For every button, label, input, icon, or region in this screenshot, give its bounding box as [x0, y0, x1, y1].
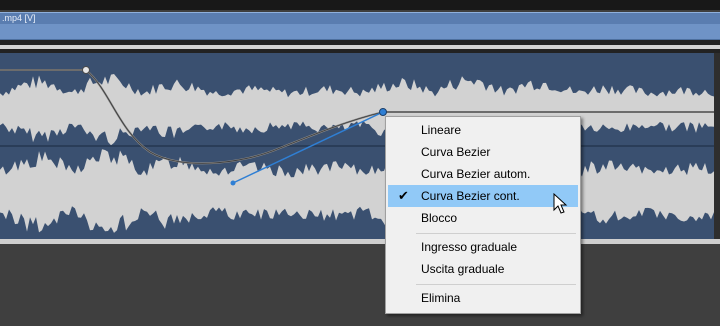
menu-item-curva-bezier[interactable]: Curva Bezier	[388, 141, 578, 163]
menu-item-elimina[interactable]: Elimina	[388, 287, 578, 309]
menu-item-label: Blocco	[421, 211, 458, 225]
menu-item-label: Curva Bezier cont.	[421, 189, 520, 203]
bezier-handle-point[interactable]	[230, 180, 236, 186]
menu-item-lineare[interactable]: Lineare	[388, 119, 578, 141]
cursor-icon	[553, 193, 568, 214]
menu-separator	[416, 284, 576, 285]
menu-item-label: Ingresso graduale	[421, 240, 518, 254]
menu-item-label: Curva Bezier autom.	[421, 167, 531, 181]
envelope-keyframe-selected[interactable]	[379, 108, 387, 116]
waveform-shape	[0, 74, 714, 146]
menu-item-curva-bezier-autom[interactable]: Curva Bezier autom.	[388, 163, 578, 185]
waveform-shape	[0, 148, 714, 238]
waveform-channel-right	[0, 148, 714, 238]
menu-item-blocco[interactable]: Blocco	[388, 207, 578, 229]
menu-item-label: Curva Bezier	[421, 145, 491, 159]
menu-separator	[416, 233, 576, 234]
menu-item-ingresso-graduale[interactable]: Ingresso graduale	[388, 236, 578, 258]
waveform-channel-left	[0, 74, 714, 146]
menu-item-label: Uscita graduale	[421, 262, 505, 276]
envelope-context-menu: Lineare Curva Bezier Curva Bezier autom.…	[385, 116, 581, 314]
envelope-keyframe[interactable]	[82, 66, 90, 74]
menu-item-label: Elimina	[421, 291, 461, 305]
check-icon: ✔	[398, 188, 409, 203]
menu-item-label: Lineare	[421, 123, 462, 137]
waveform-overlay	[0, 66, 714, 238]
menu-item-uscita-graduale[interactable]: Uscita graduale	[388, 258, 578, 280]
menu-item-curva-bezier-cont[interactable]: ✔ Curva Bezier cont.	[388, 185, 578, 207]
